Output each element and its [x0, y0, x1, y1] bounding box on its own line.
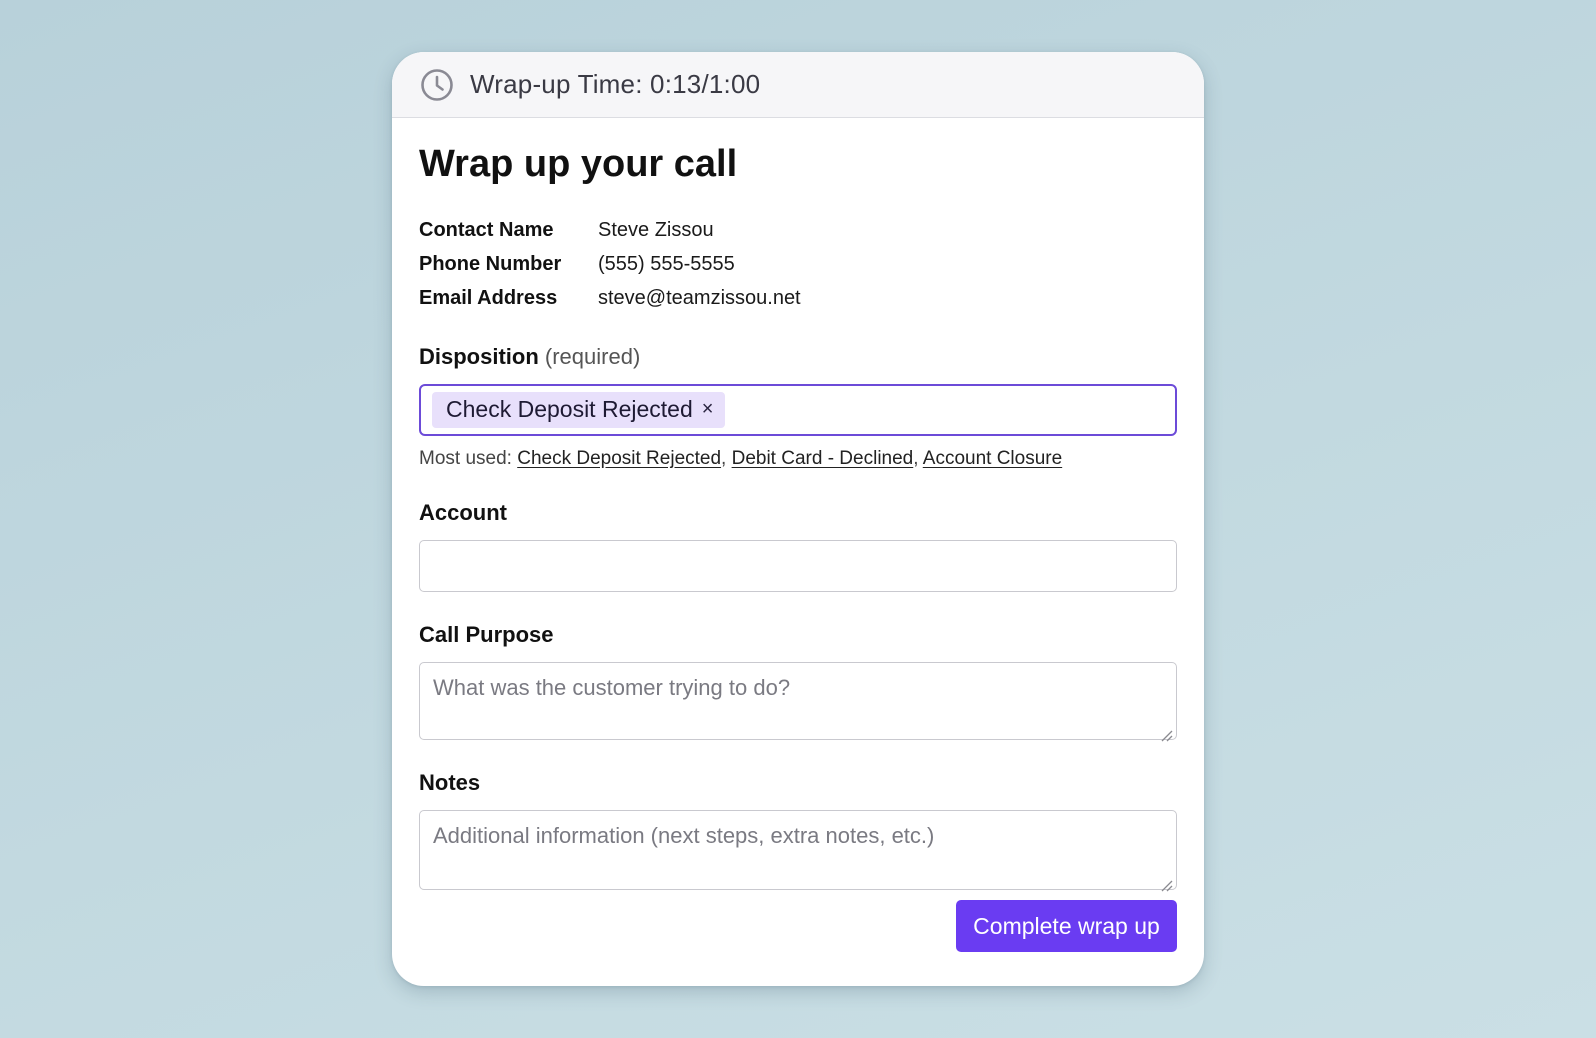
- wrap-up-timer: Wrap-up Time: 0:13/1:00: [470, 69, 761, 99]
- disposition-chip-label: Check Deposit Rejected: [446, 396, 693, 423]
- wrap-up-card: Wrap-up Time: 0:13/1:00 Wrap up your cal…: [392, 52, 1204, 986]
- most-used-link-debit-card-declined[interactable]: Debit Card - Declined: [732, 448, 914, 469]
- contact-name-label: Contact Name: [419, 219, 554, 242]
- form-body: Wrap up your call Contact Name Steve Zis…: [392, 118, 1204, 892]
- contact-name-value: Steve Zissou: [598, 219, 714, 242]
- contact-details: Contact Name Steve Zissou Phone Number (…: [419, 214, 1177, 316]
- most-used-link-check-deposit-rejected[interactable]: Check Deposit Rejected: [517, 448, 721, 469]
- phone-number-label: Phone Number: [419, 253, 562, 276]
- email-address-label: Email Address: [419, 287, 558, 310]
- complete-wrap-up-button[interactable]: Complete wrap up: [956, 900, 1177, 952]
- required-note: (required): [544, 343, 641, 369]
- phone-number-value: (555) 555-5555: [598, 253, 735, 276]
- most-used-prefix: Most used:: [419, 447, 512, 469]
- call-purpose-placeholder: What was the customer trying to do?: [433, 674, 791, 700]
- account-input[interactable]: [419, 539, 1177, 592]
- page-title: Wrap up your call: [419, 143, 738, 185]
- contact-row-name: Contact Name Steve Zissou: [419, 214, 1177, 248]
- notes-label: Notes: [419, 769, 481, 795]
- contact-row-phone: Phone Number (555) 555-5555: [419, 248, 1177, 282]
- disposition-label-text: Disposition: [419, 343, 539, 369]
- clock-icon: [420, 68, 454, 102]
- account-label: Account: [419, 499, 507, 525]
- disposition-chip: Check Deposit Rejected ×: [432, 391, 726, 428]
- call-purpose-textarea[interactable]: What was the customer trying to do?: [419, 661, 1177, 742]
- notes-placeholder: Additional information (next steps, extr…: [433, 822, 935, 848]
- timer-header: Wrap-up Time: 0:13/1:00: [392, 52, 1204, 118]
- contact-row-email: Email Address steve@teamzissou.net: [419, 282, 1177, 316]
- remove-chip-icon[interactable]: ×: [702, 398, 714, 421]
- email-address-value: steve@teamzissou.net: [598, 287, 801, 310]
- resize-handle-icon[interactable]: [1159, 872, 1173, 892]
- disposition-select[interactable]: Check Deposit Rejected ×: [419, 383, 1177, 436]
- most-used-link-account-closure[interactable]: Account Closure: [923, 448, 1062, 469]
- disposition-label: Disposition (required): [419, 344, 1177, 370]
- resize-handle-icon[interactable]: [1159, 722, 1173, 742]
- call-purpose-label: Call Purpose: [419, 621, 554, 647]
- notes-textarea[interactable]: Additional information (next steps, extr…: [419, 809, 1177, 892]
- most-used-dispositions: Most used: Check Deposit Rejected, Debit…: [419, 447, 1063, 469]
